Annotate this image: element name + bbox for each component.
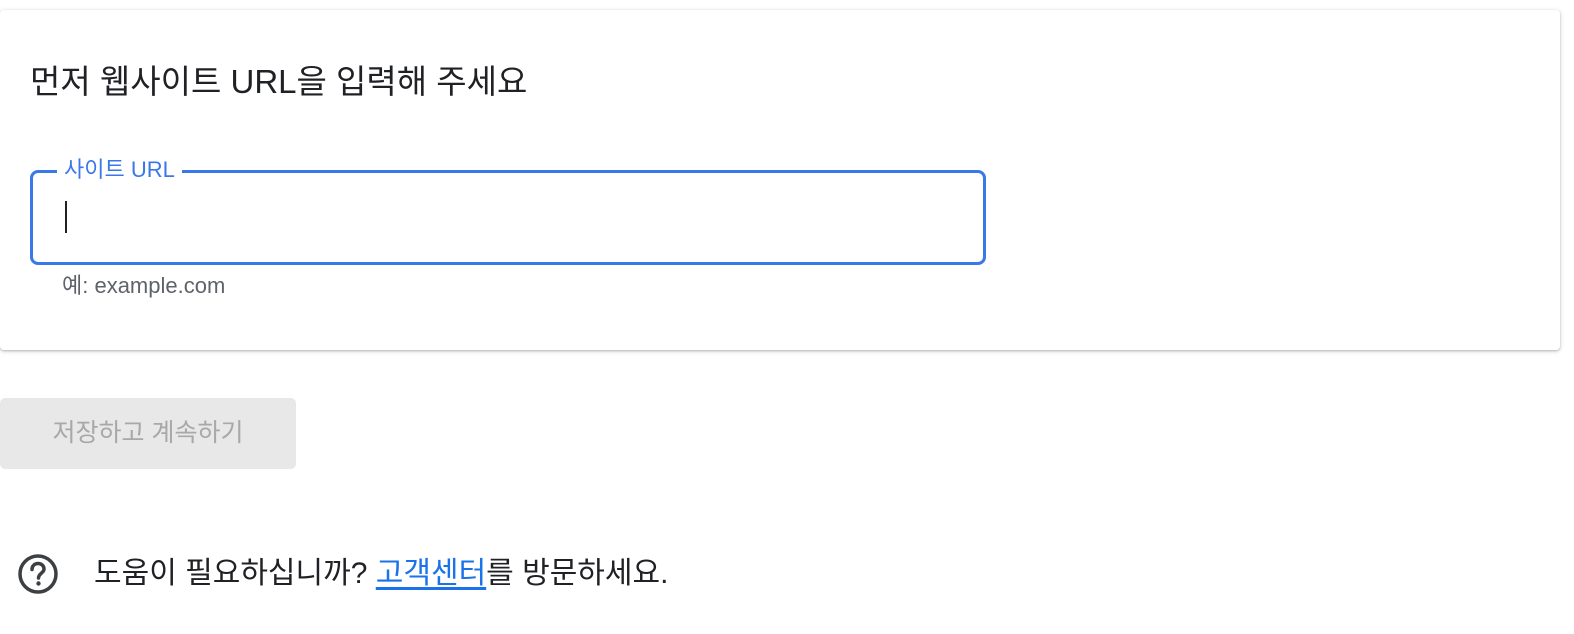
site-url-input[interactable] (57, 195, 957, 239)
help-text: 도움이 필요하십니까? 고객센터를 방문하세요. (94, 554, 668, 594)
text-cursor (65, 201, 67, 233)
help-center-link[interactable]: 고객센터 (376, 557, 486, 590)
help-row: 도움이 필요하십니까? 고객센터를 방문하세요. (17, 552, 668, 596)
website-setup-card: 먼저 웹사이트 URL을 입력해 주세요 사이트 URL 예: example.… (0, 10, 1560, 350)
help-circle-icon (17, 553, 59, 595)
site-url-hint: 예: example.com (62, 273, 226, 298)
help-prefix: 도움이 필요하십니까? (94, 557, 376, 590)
site-url-field[interactable]: 사이트 URL (30, 156, 986, 265)
help-suffix: 를 방문하세요. (486, 557, 669, 590)
site-url-label: 사이트 URL (57, 156, 182, 184)
card-title: 먼저 웹사이트 URL을 입력해 주세요 (30, 63, 528, 100)
save-and-continue-button[interactable]: 저장하고 계속하기 (0, 398, 296, 469)
